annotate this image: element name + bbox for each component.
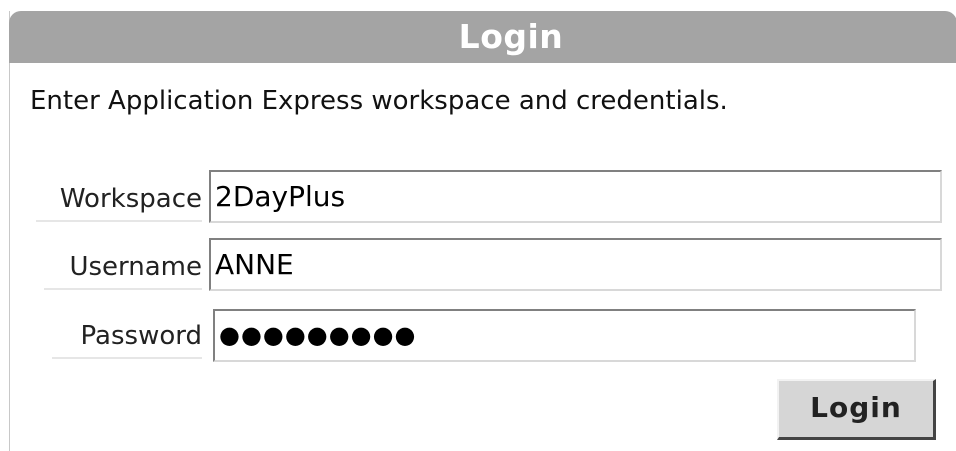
username-label: Username <box>44 248 202 290</box>
workspace-label: Workspace <box>36 180 202 222</box>
password-label: Password <box>52 317 202 359</box>
username-input[interactable]: ANNE <box>209 238 942 291</box>
panel-title: Login <box>458 17 564 56</box>
workspace-input[interactable]: 2DayPlus <box>209 170 942 223</box>
instructions-text: Enter Application Express workspace and … <box>30 86 728 116</box>
login-button[interactable]: Login <box>777 379 936 440</box>
panel-header: Login <box>9 11 956 63</box>
password-input[interactable]: ●●●●●●●●● <box>213 309 916 362</box>
